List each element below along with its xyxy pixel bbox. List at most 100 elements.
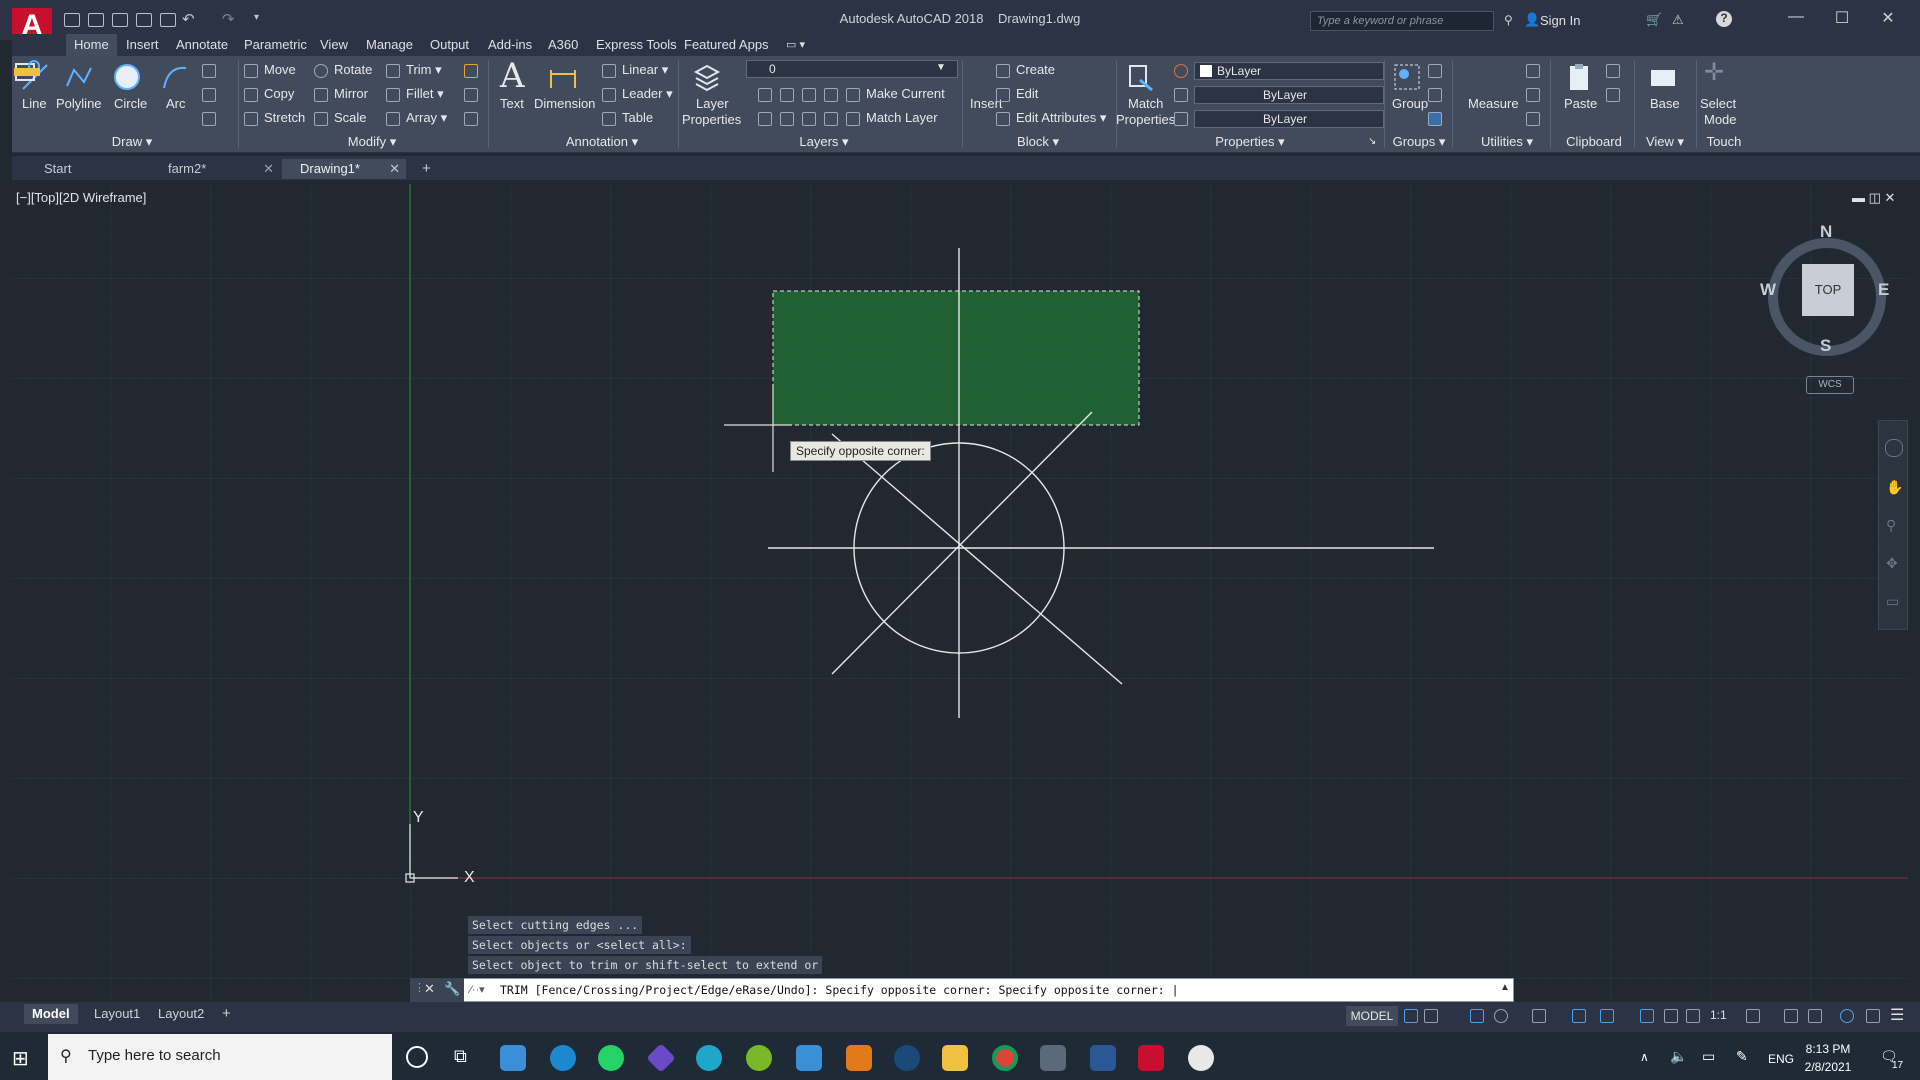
new-icon[interactable] [64,13,80,27]
tab-express-tools[interactable]: Express Tools [588,34,685,56]
polyline-button[interactable]: Polyline [56,96,102,111]
workspace-icon[interactable] [1746,1009,1760,1023]
arc-icon[interactable] [160,62,190,92]
layers-panel-label[interactable]: Layers ▾ [764,134,884,150]
doc-tab-drawing1[interactable]: Drawing1* ✕ [282,159,406,179]
open-icon[interactable] [88,13,104,27]
copy-clip-icon[interactable] [1606,88,1620,102]
layer-properties-icon[interactable] [692,62,722,92]
cortana-icon[interactable] [406,1046,428,1068]
isodraft-icon[interactable] [1532,1009,1546,1023]
command-history-toggle-icon[interactable]: ▲ [1500,982,1510,993]
tab-featured-apps[interactable]: Featured Apps [676,34,777,56]
scale-button[interactable]: Scale [334,110,367,125]
whatsapp-icon[interactable] [598,1045,624,1071]
annotation-panel-label[interactable]: Annotation ▾ [542,134,662,150]
chrome-icon[interactable] [992,1045,1018,1071]
close-tab-icon[interactable]: ✕ [263,159,274,179]
cart-icon[interactable]: 🛒 [1646,12,1662,28]
quick-select-icon[interactable] [1526,64,1540,78]
tray-expand-icon[interactable]: ∧ [1640,1050,1649,1064]
office-icon[interactable] [846,1045,872,1071]
rectangle-icon[interactable] [202,64,216,78]
object-snap-tracking-icon[interactable] [1572,1009,1586,1023]
rotate-button[interactable]: Rotate [334,62,372,77]
layer-dropdown[interactable]: 0 [746,60,958,78]
quick-access-dropdown-icon[interactable]: ▾ [254,12,259,23]
copy-button[interactable]: Copy [264,86,294,101]
layer-off-icon[interactable] [758,88,772,102]
annotation-scale-icon[interactable] [1686,1009,1700,1023]
file-explorer-icon[interactable] [942,1045,968,1071]
viewcube-top-face[interactable]: TOP [1802,264,1854,316]
dimension-icon[interactable] [548,62,578,92]
move-button[interactable]: Move [264,62,296,77]
layer-on-icon[interactable] [758,112,772,126]
save-icon[interactable] [112,13,128,27]
edge-legacy-icon[interactable] [550,1045,576,1071]
match-properties-icon[interactable] [1126,62,1156,92]
viewcube-east[interactable]: E [1878,280,1889,300]
group-icon[interactable] [1392,62,1422,92]
customize-icon[interactable]: 🔧 [444,981,460,997]
base-button[interactable]: Base [1650,96,1680,111]
paste-button[interactable]: Paste [1564,96,1597,111]
viewcube-west[interactable]: W [1760,280,1776,300]
maximize-button[interactable]: ☐ [1822,8,1862,28]
help-search-input[interactable]: Type a keyword or phrase [1310,11,1494,31]
viewcube-south[interactable]: S [1820,336,1831,356]
layer-properties-button[interactable]: Layer [696,96,729,111]
select-mode-icon[interactable]: ✛ [1704,58,1724,87]
snap-icon[interactable] [1424,1009,1438,1023]
volume-icon[interactable]: 🔈 [1670,1048,1687,1065]
showmotion-icon[interactable]: ▭ [1886,593,1899,610]
autocad-taskbar-icon[interactable] [1138,1045,1164,1071]
language-indicator[interactable]: ENG [1768,1052,1794,1066]
create-block-button[interactable]: Create [1016,62,1055,77]
windows-start-icon[interactable]: ⊞ [12,1046,29,1071]
app-icon[interactable] [1188,1045,1214,1071]
mirror-button[interactable]: Mirror [334,86,368,101]
binoculars-icon[interactable]: ⚲ [1504,13,1513,27]
modify-panel-label[interactable]: Modify ▾ [312,134,432,150]
group-selection-icon[interactable] [1428,112,1442,126]
tab-layout1[interactable]: Layout1 [86,1004,148,1024]
new-layout-icon[interactable]: + [214,1004,239,1024]
xbox-icon[interactable] [746,1045,772,1071]
ungroup-icon[interactable] [1428,64,1442,78]
layer-isolate-icon[interactable] [780,88,794,102]
annotation-scale-value[interactable]: 1:1 [1710,1008,1727,1022]
group-button[interactable]: Group [1392,96,1428,111]
gradient-icon[interactable] [202,112,216,126]
base-view-icon[interactable] [1648,62,1678,92]
doc-tab-farm2[interactable]: farm2* ✕ [150,159,280,179]
network-icon[interactable]: ▭ [1702,1048,1715,1065]
utilities-panel-label[interactable]: Utilities ▾ [1458,134,1556,150]
steam-icon[interactable] [894,1045,920,1071]
circle-icon[interactable] [112,62,142,92]
viewport-window-controls[interactable]: ▬ ◫ ✕ [1852,190,1895,206]
array-button[interactable]: Array ▾ [406,110,447,126]
minimize-button[interactable]: — [1776,8,1816,26]
customization-menu-icon[interactable]: ☰ [1890,1005,1904,1025]
redo-icon[interactable]: ↷ [222,10,235,28]
match-properties-button[interactable]: Match [1128,96,1163,111]
navigation-bar[interactable]: ✋ ⚲ ✥ ▭ [1878,420,1908,630]
close-button[interactable]: ✕ [1868,8,1908,28]
select-mode-button[interactable]: Select [1700,96,1736,111]
taskbar-search-input[interactable]: Type here to search [48,1034,392,1080]
line-button[interactable]: Line [22,96,47,111]
calculator-icon[interactable] [1526,112,1540,126]
close-command-line-icon[interactable]: ✕ [424,981,435,997]
layer-unlock-icon[interactable] [824,112,838,126]
polyline-icon[interactable] [64,62,94,92]
help-icon[interactable]: ? [1716,11,1732,27]
match-layer-button[interactable]: Match Layer [866,110,938,125]
edge-icon[interactable] [696,1045,722,1071]
offset-icon[interactable] [464,112,478,126]
measure-button[interactable]: Measure [1468,96,1519,111]
stretch-button[interactable]: Stretch [264,110,305,125]
doc-tab-start[interactable]: Start [26,159,136,179]
drawing-canvas[interactable]: Y X [12,184,1908,1006]
tab-annotate[interactable]: Annotate [168,34,236,56]
